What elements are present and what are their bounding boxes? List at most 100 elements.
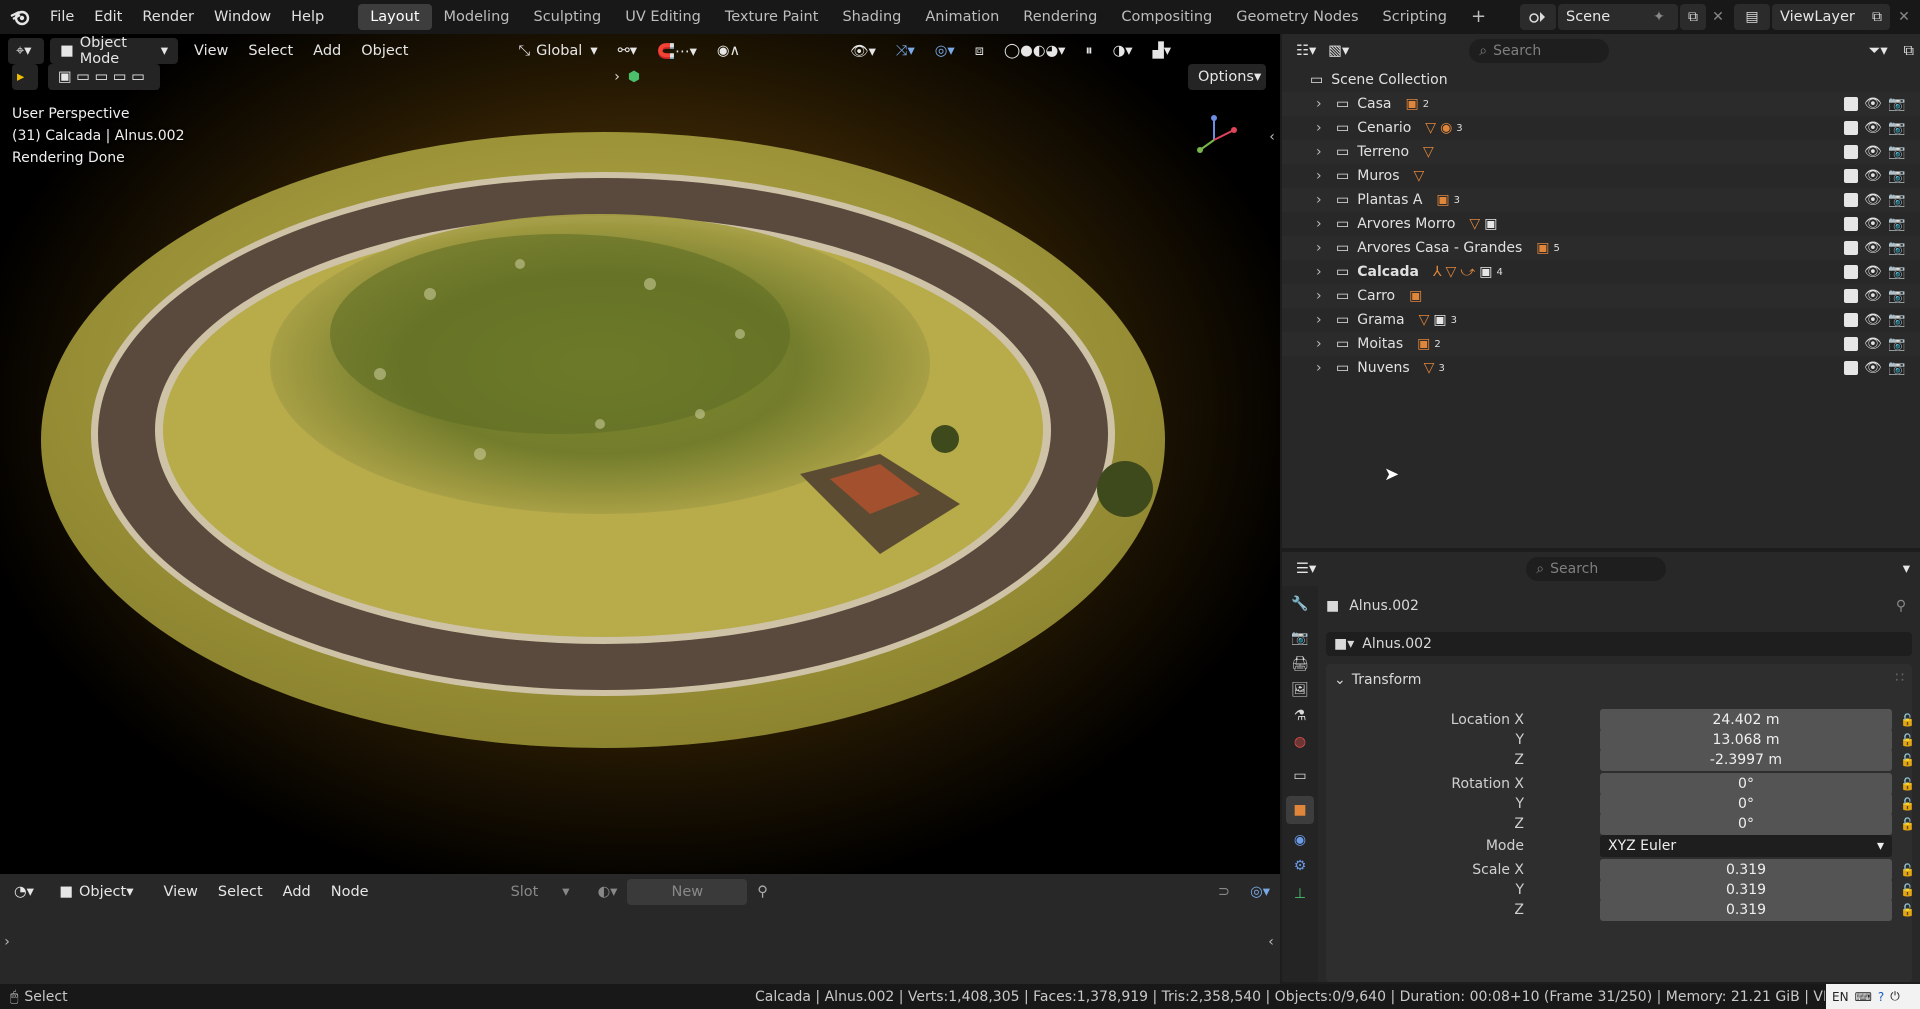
eye-icon[interactable]: 👁 [1864, 120, 1882, 136]
camera-render-icon[interactable]: 📷 [1888, 120, 1905, 136]
menu-select[interactable]: Select [238, 38, 303, 64]
outliner-row[interactable]: › ▭ Muros ▽ 👁 📷 [1282, 164, 1920, 188]
object-group-icon[interactable]: ▣ [1536, 240, 1549, 256]
mesh-icon[interactable]: ▽ [1425, 120, 1436, 136]
overlay-icon[interactable]: ◎▾ [925, 38, 965, 64]
expand-arrow-icon[interactable]: › [1316, 240, 1330, 256]
new-collection-icon[interactable]: ⧉ [1898, 38, 1920, 64]
eye-icon[interactable]: 👁 [1864, 168, 1882, 184]
object-group-icon[interactable]: ▣ [1409, 288, 1422, 304]
expand-arrow-icon[interactable]: › [1316, 264, 1330, 280]
visibility-icon[interactable]: 👁▾ [840, 38, 886, 64]
object-group-icon[interactable]: ▣ [1405, 96, 1418, 112]
exclude-checkbox[interactable] [1844, 193, 1858, 207]
shading-modes-icon[interactable]: ◯●◐◕▾ [994, 38, 1075, 64]
outliner-row[interactable]: › ▭ Plantas A ▣ 3 👁 📷 [1282, 188, 1920, 212]
data-tab-icon[interactable]: ⊥ [1290, 884, 1310, 904]
exclude-checkbox[interactable] [1844, 265, 1858, 279]
display-mode-icon[interactable]: ▧▾ [1324, 38, 1353, 64]
blender-logo-icon[interactable] [0, 0, 40, 34]
shader-menu-select[interactable]: Select [208, 879, 273, 905]
chevron-right-icon[interactable]: › [610, 66, 624, 88]
menu-view[interactable]: View [184, 38, 238, 64]
rotation-z-field[interactable]: 0° [1600, 813, 1892, 835]
collection-tab-icon[interactable]: ▭ [1290, 766, 1310, 786]
gizmo-cube-icon[interactable]: ⬢ [625, 66, 643, 88]
3d-viewport[interactable]: ⌖▾ ■ Object Mode ▾ View Select Add Objec… [0, 34, 1280, 874]
expand-arrow-icon[interactable]: › [1316, 288, 1330, 304]
location-z-field[interactable]: -2.3997 m [1600, 749, 1892, 771]
properties-editor-type-icon[interactable]: ☰▾ [1292, 556, 1320, 582]
expand-arrow-icon[interactable]: › [1316, 144, 1330, 160]
eye-icon[interactable]: 👁 [1864, 192, 1882, 208]
lock-icon[interactable]: 🔓 [1900, 713, 1915, 727]
pin-icon[interactable]: ⚲ [747, 879, 778, 905]
menu-help[interactable]: Help [281, 0, 334, 34]
expand-arrow-icon[interactable]: › [1316, 168, 1330, 184]
mesh-icon[interactable]: ▽ [1446, 264, 1457, 280]
mesh-icon[interactable]: ▽ [1469, 216, 1480, 232]
modifier-tab-icon[interactable]: ◉ [1290, 830, 1310, 850]
rotation-mode-dropdown[interactable]: XYZ Euler ▾ [1600, 835, 1892, 857]
lock-icon[interactable]: 🔓 [1900, 777, 1915, 791]
camera-icon[interactable]: ◉ [1440, 120, 1452, 136]
lock-icon[interactable]: 🔓 [1900, 797, 1915, 811]
menu-file[interactable]: File [40, 0, 84, 34]
menu-add[interactable]: Add [303, 38, 351, 64]
help-icon[interactable]: ? [1878, 990, 1884, 1004]
shader-menu-view[interactable]: View [154, 879, 208, 905]
properties-search-input[interactable]: ⌕ Search [1526, 557, 1667, 581]
eye-icon[interactable]: 👁 [1864, 264, 1882, 280]
outliner-row[interactable]: › ▭ Casa ▣ 2 👁 📷 [1282, 92, 1920, 116]
shader-type-dropdown[interactable]: ■ Object ▾ [49, 879, 144, 905]
exclude-checkbox[interactable] [1844, 145, 1858, 159]
snap-toggle-icon[interactable]: ⊃ [1208, 879, 1240, 905]
exclude-checkbox[interactable] [1844, 337, 1858, 351]
tab-layout[interactable]: Layout [358, 4, 432, 30]
eye-icon[interactable]: 👁 [1864, 336, 1882, 352]
orientation-dropdown[interactable]: ⤡ Global ▾ [508, 38, 607, 64]
tab-uv-editing[interactable]: UV Editing [613, 4, 713, 30]
menu-edit[interactable]: Edit [84, 0, 132, 34]
eye-icon[interactable]: 👁 [1864, 288, 1882, 304]
lock-icon[interactable]: 🔓 [1900, 863, 1915, 877]
camera-render-icon[interactable]: 📷 [1888, 336, 1905, 352]
scale-z-field[interactable]: 0.319 [1600, 899, 1892, 921]
datablock-name-field[interactable]: Alnus.002 [1362, 636, 1432, 652]
viewlayer-selector-icon[interactable]: ▤ [1734, 4, 1770, 30]
material-browse-icon[interactable]: ◐▾ [588, 879, 628, 905]
outliner-row[interactable]: › ▭ Nuvens ▽ 3 👁 📷 [1282, 356, 1920, 380]
object-group-icon[interactable]: ▣ [1433, 312, 1446, 328]
eye-icon[interactable]: 👁 [1864, 144, 1882, 160]
object-group-icon[interactable]: ▣ [1484, 216, 1497, 232]
outliner-row[interactable]: › ▭ Moitas ▣ 2 👁 📷 [1282, 332, 1920, 356]
object-group-icon[interactable]: ▣ [1479, 264, 1492, 280]
object-tab-icon[interactable]: ■ [1286, 796, 1314, 824]
camera-render-icon[interactable]: 📷 [1888, 240, 1905, 256]
delete-viewlayer-icon[interactable]: ✕ [1894, 4, 1914, 30]
eye-icon[interactable]: 👁 [1864, 312, 1882, 328]
exclude-checkbox[interactable] [1844, 121, 1858, 135]
render-region-icon[interactable]: ◑▾ [1103, 38, 1143, 64]
select-tool-icon[interactable]: ▸ [12, 64, 38, 90]
object-group-icon[interactable]: ▣ [1417, 336, 1430, 352]
exclude-checkbox[interactable] [1844, 241, 1858, 255]
exclude-checkbox[interactable] [1844, 289, 1858, 303]
eye-icon[interactable]: 👁 [1864, 360, 1882, 376]
outliner-row[interactable]: › ▭ Calcada ⅄ ▽ ⤻ ▣ 4 👁 📷 [1282, 260, 1920, 284]
camera-render-icon[interactable]: 📷 [1888, 288, 1905, 304]
lock-icon[interactable]: 🔓 [1900, 733, 1915, 747]
editor-type-icon[interactable]: ⌖▾ [8, 38, 44, 64]
shader-menu-node[interactable]: Node [321, 879, 379, 905]
outliner-row[interactable]: › ▭ Grama ▽ ▣ 3 👁 📷 [1282, 308, 1920, 332]
expand-arrow-icon[interactable]: › [1316, 360, 1330, 376]
keyboard-icon[interactable]: ⌨ [1855, 990, 1872, 1004]
outliner-row[interactable]: › ▭ Terreno ▽ 👁 📷 [1282, 140, 1920, 164]
new-viewlayer-icon[interactable]: ⧉ [1864, 4, 1890, 30]
sidebar-toggle-icon[interactable]: ‹ [1266, 126, 1278, 148]
gizmo-icon[interactable]: ⤨▾ [886, 38, 925, 64]
mesh-icon[interactable]: ▽ [1419, 312, 1430, 328]
menu-object[interactable]: Object [351, 38, 418, 64]
outliner-editor-type-icon[interactable]: ☷▾ [1292, 38, 1320, 64]
select-mode-icons[interactable]: ▣ ▭ ▭ ▭ ▭ [48, 64, 160, 90]
